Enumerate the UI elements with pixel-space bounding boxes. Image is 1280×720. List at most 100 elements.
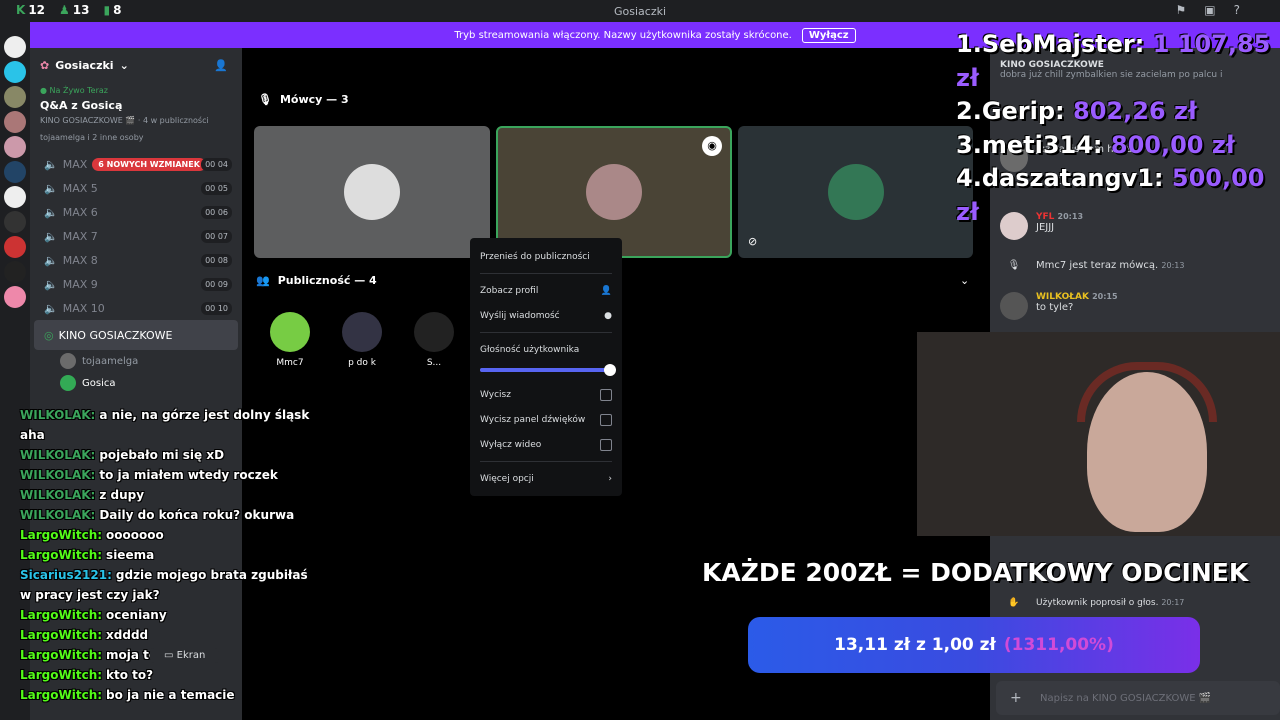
add-member-icon[interactable]: 👤 [214, 59, 228, 72]
disable-video-item[interactable]: Wyłącz wideo [480, 432, 612, 457]
avatar [1000, 292, 1028, 320]
speaker-icon: 🔈 [44, 253, 58, 267]
mute-checkbox[interactable] [600, 388, 612, 401]
avatar [60, 353, 76, 369]
leaderboard-row: 3.meti314: 800,00 zł [956, 130, 1235, 159]
chevron-down-icon[interactable]: ⌄ [960, 274, 969, 287]
overlay-chat-line: WILKOLAK: pojebało mi się xD [20, 445, 320, 465]
server-icon[interactable] [4, 186, 26, 208]
channel-max[interactable]: 🔈 MAX 6 NOWYCH WZMIANEK 00 04 [30, 152, 242, 176]
stage-event-people: tojaamelga i 2 inne osoby [40, 133, 144, 142]
mute-item[interactable]: Wycisz [480, 382, 612, 407]
server-icon[interactable] [4, 111, 26, 133]
overlay-chat-text: ooooooo [106, 528, 164, 542]
live-now-label: ● Na Żywo Teraz [40, 86, 108, 95]
server-icon[interactable] [4, 261, 26, 283]
overlay-chat-line: LargoWitch: sieema [20, 545, 320, 565]
stage-event-sub: KINO GOSIACZKOWE 🎬 · 4 w publiczności [40, 116, 209, 125]
window-title: Gosiaczki [613, 4, 667, 18]
overlay-chat-line: LargoWitch: xdddd [20, 625, 320, 645]
help-icon[interactable]: ? [1234, 3, 1240, 17]
send-message-item[interactable]: Wyślij wiadomość ● [480, 303, 612, 328]
audience-member[interactable]: S... [404, 312, 464, 368]
overlay-chat-user: LargoWitch: [20, 528, 103, 542]
microphone-icon: 🎙 [258, 93, 272, 106]
overlay-chat-text: bo ja nie a temacie [106, 688, 235, 702]
channel-max-6[interactable]: 🔈 MAX 6 00 06 [30, 200, 242, 224]
chevron-down-icon: ⌄ [119, 58, 129, 72]
server-name[interactable]: ✿ Gosiaczki ⌄ 👤 [30, 48, 242, 82]
server-icon[interactable] [4, 86, 26, 108]
channel-max-9[interactable]: 🔈 MAX 9 00 09 [30, 272, 242, 296]
server-icon[interactable] [4, 211, 26, 233]
speaker-icon: 🔈 [44, 301, 58, 315]
chat-message: WILKOŁAK 20:15 to tyle? [1000, 292, 1118, 320]
overlay-chat-line: LargoWitch: bo ja nie a temacie [20, 685, 320, 705]
headphones [1077, 362, 1217, 422]
overlay-chat-text: kto to? [106, 668, 154, 682]
leaderboard-row: 2.Gerip: 802,26 zł [956, 97, 1197, 125]
overlay-chat-line: LargoWitch: oceniany [20, 605, 320, 625]
overlay-chat-text: sieema [106, 548, 155, 562]
overlay-chat-line: LargoWitch: ooooooo [20, 525, 320, 545]
speaker-tile[interactable]: ⊘ [738, 126, 973, 258]
channel-max-10[interactable]: 🔈 MAX 10 00 10 [30, 296, 242, 320]
server-icon[interactable] [4, 136, 26, 158]
server-icon[interactable] [4, 236, 26, 258]
overlay-chat-user: WILKOLAK: [20, 468, 96, 482]
server-icon[interactable] [4, 161, 26, 183]
system-message: 🎙 Mmc7 jest teraz mówcą. 20:13 [1000, 260, 1185, 271]
channel-max-5[interactable]: 🔈 MAX 5 00 05 [30, 176, 242, 200]
audience-member[interactable]: Mmc7 [260, 312, 320, 368]
muted-icon: ⊘ [748, 235, 758, 248]
disable-video-checkbox[interactable] [600, 438, 612, 451]
message-input[interactable]: + Napisz na KINO GOSIACZKOWE 🎬 [996, 681, 1280, 715]
mute-soundboard-checkbox[interactable] [600, 413, 612, 426]
stage-event-title[interactable]: Q&A z Gosicą [30, 99, 242, 112]
speaker-icon: 🔈 [44, 277, 58, 291]
overlay-chat-user: WILKOLAK: [20, 408, 96, 422]
promo-text: KAŻDE 200ZŁ = DODATKOWY ODCINEK [702, 558, 1249, 587]
overlay-chat-text: oceniany [106, 608, 167, 622]
chat-bubble-icon: ● [604, 310, 612, 321]
speaker-icon: 🔈 [44, 157, 58, 171]
channel-max-7[interactable]: 🔈 MAX 7 00 07 [30, 224, 242, 248]
mute-soundboard-item[interactable]: Wycisz panel dźwięków [480, 407, 612, 432]
overlay-chat-user: LargoWitch: [20, 668, 103, 682]
server-icon[interactable] [4, 286, 26, 308]
move-to-audience-item[interactable]: Przenieś do publiczności [480, 244, 612, 269]
user-volume-slider[interactable] [480, 364, 616, 376]
overlay-chat-line: WILKOLAK: to ja miałem wtedy roczek [20, 465, 320, 485]
channel-kino-gosiaczkowe[interactable]: ◎ KINO GOSIACZKOWE [34, 320, 238, 350]
channel-max-8[interactable]: 🔈 MAX 8 00 08 [30, 248, 242, 272]
server-icon[interactable] [4, 61, 26, 83]
avatar [827, 164, 884, 220]
screen-share-label[interactable]: ▭ Ekran [150, 648, 220, 663]
overlay-chat-text: Daily do końca roku? okurwa [99, 508, 295, 522]
leaderboard-row: 4.daszatangv1: 500,00 zł [956, 164, 1265, 226]
disable-streamer-mode-button[interactable]: Wyłącz [801, 27, 856, 43]
audience-member[interactable]: p do k [332, 312, 392, 368]
view-profile-item[interactable]: Zobacz profil 👤 [480, 278, 612, 303]
donation-leaderboard: 1.SebMajster: 1 107,85 zł 2.Gerip: 802,2… [956, 28, 1280, 229]
overlay-chat-user: WILKOLAK: [20, 508, 96, 522]
member-item[interactable]: Gosica [30, 372, 242, 394]
inbox-icon[interactable]: ▣ [1204, 3, 1215, 17]
speaker-icon: 🔈 [44, 229, 58, 243]
overlay-chat-user: LargoWitch: [20, 608, 103, 622]
speakers-header: 🎙 Mówcy — 3 [258, 93, 349, 106]
slider-handle[interactable] [604, 364, 616, 376]
overlay-chat-line: WILKOLAK: a nie, na górze jest dolny śląs… [20, 405, 320, 445]
flag-icon[interactable]: ⚑ [1176, 3, 1187, 17]
speaker-tile[interactable] [254, 126, 490, 258]
user-volume-label: Głośność użytkownika [480, 344, 580, 355]
mentions-badge[interactable]: 6 NOWYCH WZMIANEK [92, 157, 206, 171]
member-item[interactable]: tojaamelga [30, 350, 242, 372]
hand-icon: ✋ [1008, 598, 1020, 608]
plus-icon[interactable]: + [1010, 690, 1022, 706]
server-icon[interactable] [4, 36, 26, 58]
banner-text: Tryb streamowania włączony. Nazwy użytko… [454, 29, 792, 41]
overlay-chat-line: Sicarius2121: gdzie mojego brata zgubiłaś… [20, 565, 320, 605]
more-options-item[interactable]: Więcej opcji › [480, 466, 612, 491]
avatar [60, 375, 76, 391]
